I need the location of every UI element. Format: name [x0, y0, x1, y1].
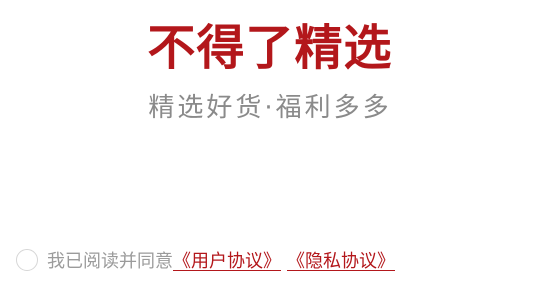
agreement-consent-text: 我已阅读并同意: [47, 251, 173, 272]
app-slogan: 精选好货·福利多多: [148, 93, 392, 123]
agreement-radio-checkbox[interactable]: [16, 249, 38, 271]
privacy-policy-link[interactable]: 《隐私协议》: [287, 247, 395, 273]
app-logo-title: 不得了精选: [147, 20, 393, 76]
user-agreement-link[interactable]: 《用户协议》: [173, 247, 281, 273]
agreement-row: 我已阅读并同意 《用户协议》 《隐私协议》: [16, 246, 395, 274]
